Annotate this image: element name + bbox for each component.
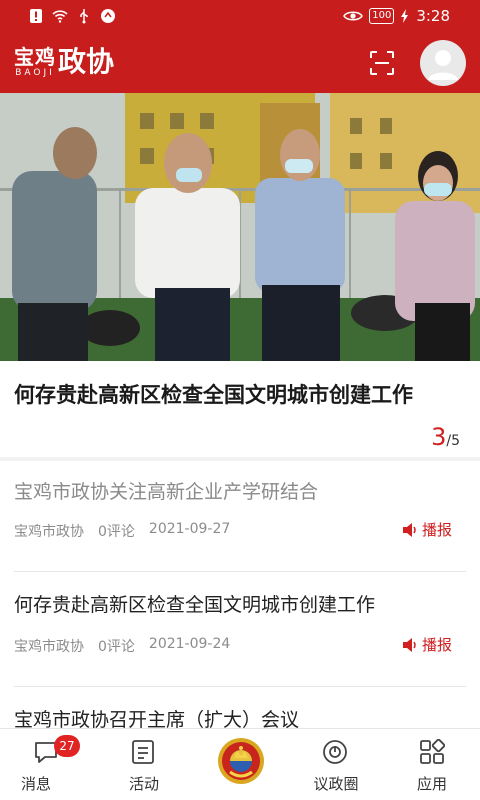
news-comments: 0评论: [98, 639, 135, 655]
nav-apps[interactable]: 应用: [384, 729, 480, 800]
status-time: 3:28: [416, 7, 450, 25]
banner-carousel[interactable]: [0, 93, 480, 361]
news-source: 宝鸡市政协: [14, 524, 84, 540]
activity-icon: [132, 740, 154, 764]
news-meta: 宝鸡市政协 0评论 2021-09-27: [14, 521, 230, 541]
avatar[interactable]: [420, 40, 466, 86]
alert-icon: [30, 9, 42, 23]
circle-icon: [323, 740, 347, 764]
nav-label: 应用: [416, 775, 447, 793]
user-icon: [428, 50, 458, 80]
banner-headline[interactable]: 何存贵赴高新区检查全国文明城市创建工作: [14, 378, 414, 412]
app-header: 100 3:28 宝鸡 BAOJI 政协: [0, 0, 480, 93]
wifi-icon: [52, 10, 68, 23]
pager-total: /5: [446, 433, 460, 449]
news-date: 2021-09-27: [148, 521, 231, 537]
nav-label: 议政圈: [313, 775, 359, 793]
eye-icon: [343, 11, 364, 21]
pager-current: 3: [431, 423, 447, 451]
banner-caption[interactable]: 何存贵赴高新区检查全国文明城市创建工作 3/5: [0, 361, 480, 457]
speaker-icon: [402, 637, 416, 652]
nav-circle[interactable]: 议政圈: [288, 729, 384, 800]
status-bar: 100 3:28: [0, 0, 480, 34]
broadcast-label: 播报: [421, 521, 452, 539]
broadcast-label: 播报: [421, 636, 452, 654]
usb-icon: [80, 9, 88, 24]
news-title[interactable]: 何存贵赴高新区检查全国文明城市创建工作: [14, 590, 375, 617]
news-title[interactable]: 宝鸡市政协召开主席（扩大）会议: [14, 705, 299, 728]
battery-indicator: 100: [369, 8, 395, 24]
news-title[interactable]: 宝鸡市政协关注高新企业产学研结合: [14, 477, 318, 504]
news-item[interactable]: 何存贵赴高新区检查全国文明城市创建工作 宝鸡市政协 0评论 2021-09-24…: [0, 572, 480, 686]
nav-messages[interactable]: 27 消息: [0, 729, 96, 800]
banner-pager: 3/5: [431, 423, 460, 451]
cppcc-emblem-icon[interactable]: [216, 736, 266, 786]
vpn-icon: [101, 9, 115, 23]
apps-icon: [420, 739, 445, 764]
news-item[interactable]: 宝鸡市政协召开主席（扩大）会议: [0, 687, 480, 728]
message-badge: 27: [54, 735, 80, 757]
news-meta: 宝鸡市政协 0评论 2021-09-24: [14, 636, 230, 656]
banner-photo: [0, 93, 480, 361]
logo-english: BAOJI: [15, 68, 55, 78]
broadcast-button[interactable]: 播报: [402, 634, 452, 655]
broadcast-button[interactable]: 播报: [402, 519, 452, 540]
news-date: 2021-09-24: [148, 636, 231, 652]
logo-city: 宝鸡: [14, 45, 56, 69]
news-source: 宝鸡市政协: [14, 639, 84, 655]
nav-activity[interactable]: 活动: [96, 729, 192, 800]
speaker-icon: [402, 522, 416, 537]
app-logo: 宝鸡 BAOJI 政协: [14, 45, 115, 79]
nav-label: 消息: [20, 775, 51, 793]
nav-label: 活动: [128, 775, 159, 793]
news-item[interactable]: 宝鸡市政协关注高新企业产学研结合 宝鸡市政协 0评论 2021-09-27 播报: [0, 461, 480, 571]
news-comments: 0评论: [98, 524, 135, 540]
charging-icon: [401, 9, 409, 23]
scan-button[interactable]: [369, 50, 395, 76]
logo-title: 政协: [58, 45, 115, 78]
